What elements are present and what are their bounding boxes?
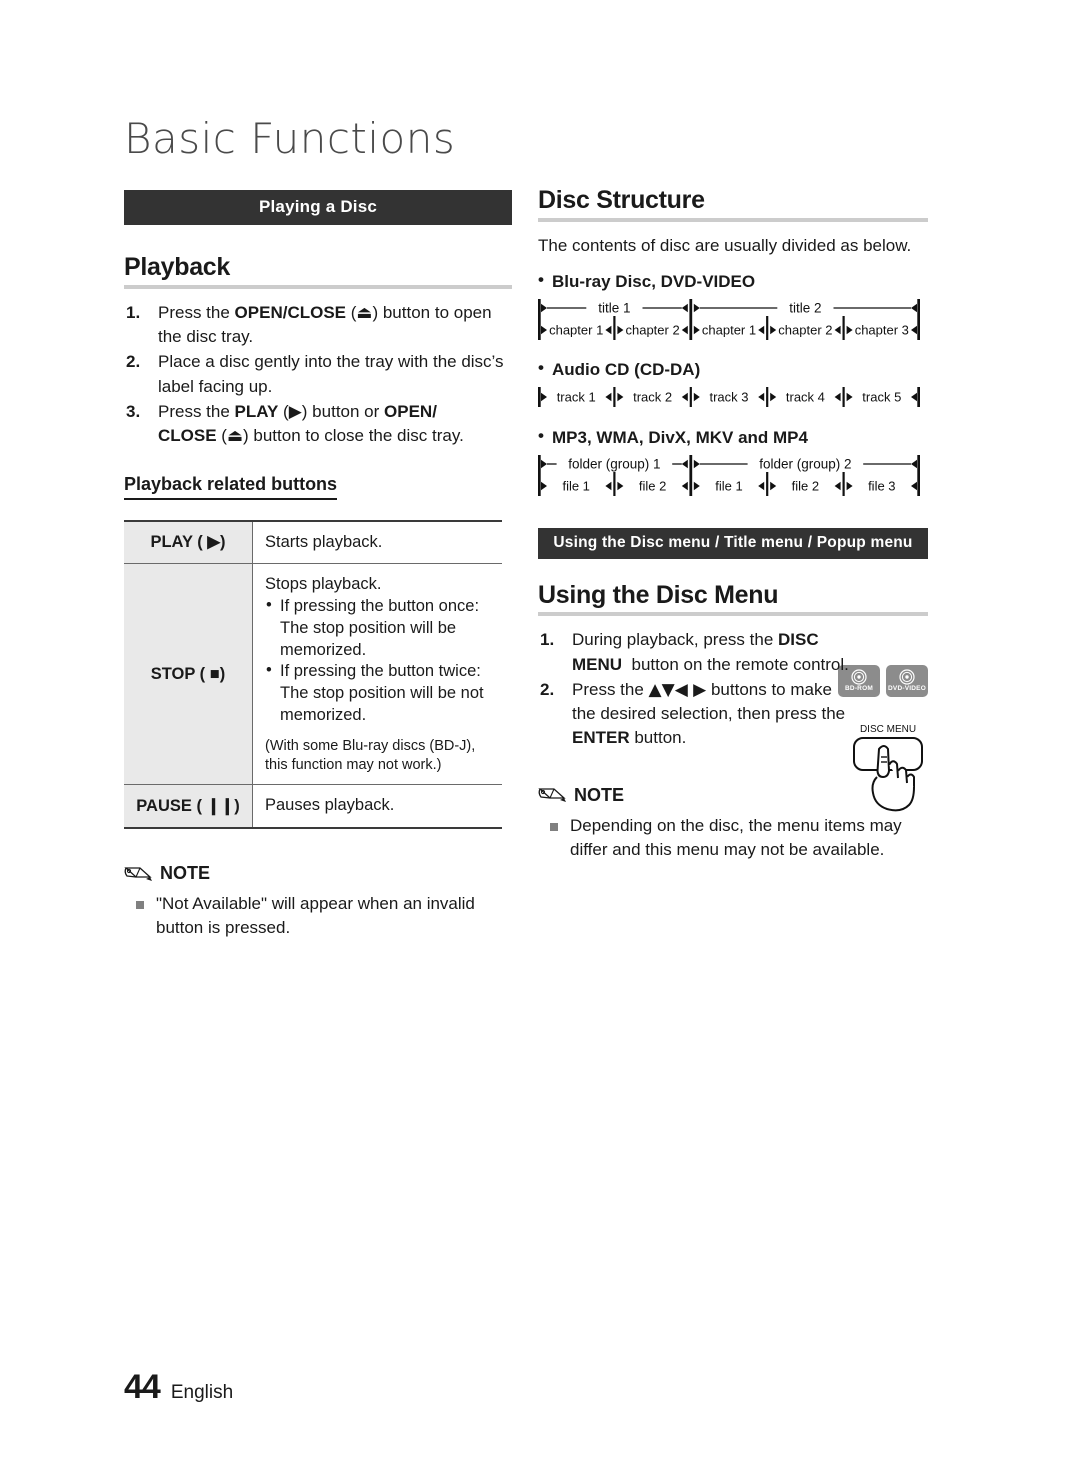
disc-structure-diagram: MP3, WMA, DivX, MKV and MP4 file 1 file 2 f… [538,426,928,498]
svg-text:chapter 2: chapter 2 [625,322,679,337]
disc-structure-diagrams: Blu-ray Disc, DVD-VIDEO chapter 1 chapter … [538,270,928,498]
heading-rule [124,284,512,289]
page-number: 44 [124,1368,161,1406]
step-text: Press the PLAY (▶) button or OPEN/CLOSE … [158,401,464,447]
heading-rule-using-disc-menu [538,612,928,617]
page-title: Basic Functions [124,114,456,163]
svg-text:track 4: track 4 [786,389,825,404]
step-item: 2. Place a disc gently into the tray with… [124,350,512,399]
button-description-cell: Starts playback. [252,519,502,564]
svg-text:track 3: track 3 [709,389,748,404]
step-item: 3. Press the PLAY (▶) button or OPEN/CLOS… [124,400,512,449]
description-footnote: (With some Blu-ray discs (BD-J), this fu… [265,737,476,773]
disc-menu-steps-list: 1. During playback, press the DISC MENU b… [538,628,856,750]
step-text: During playback, press the DISC MENU but… [572,630,849,674]
step-number: 2. [126,352,141,372]
svg-text:track 5: track 5 [862,389,901,404]
section-banner-playing-a-disc: Playing a Disc [124,190,512,225]
description-lead: Starts playback. [265,532,383,551]
svg-text:title 1: title 1 [598,300,630,315]
svg-text:file 1: file 1 [562,478,589,493]
list-item: If pressing the button twice: The stop p… [265,660,490,726]
note-item: Depending on the disc, the menu items ma… [538,814,928,862]
pencil-icon [124,864,154,884]
disc-structure-diagram: Audio CD (CD-DA) track 1 track 2 track 3 tra… [538,358,928,410]
subheading-playback-related-buttons: Playback related buttons [124,474,338,500]
svg-text:file 1: file 1 [715,478,742,493]
svg-text:file 2: file 2 [639,478,666,493]
remote-button-label-text: DISC MENU [860,724,916,735]
badge-label: DVD-VIDEO [888,684,926,692]
svg-text:file 2: file 2 [792,478,819,493]
disc-structure-diagram: Blu-ray Disc, DVD-VIDEO chapter 1 chapter … [538,270,928,342]
heading-rule-disc-structure [538,217,928,222]
playback-buttons-table: PLAY ( ▶) Starts playback. STOP ( ■) Stops … [124,519,502,830]
diagram-label: MP3, WMA, DivX, MKV and MP4 [538,426,928,448]
pencil-icon [538,785,568,805]
heading-disc-structure: Disc Structure [538,186,705,214]
button-description-cell: Pauses playback. [252,784,502,830]
left-column: Playing a Disc Playback 1. Press the OPEN… [124,190,512,940]
description-lead: Pauses playback. [265,796,395,815]
button-name-cell: STOP ( ■) [124,563,253,785]
svg-text:track 2: track 2 [633,389,672,404]
step-number: 1. [540,630,555,650]
diagram-label: Audio CD (CD-DA) [538,358,928,380]
step-number: 3. [126,401,141,421]
diagram-label: Blu-ray Disc, DVD-VIDEO [538,270,928,292]
step-text: Press the OPEN/CLOSE (⏏) button to open … [158,302,492,347]
playback-steps-list: 1. Press the OPEN/CLOSE (⏏) button to ope… [124,301,512,449]
note-title: NOTE [160,863,211,884]
note-item: "Not Available" will appear when an inva… [124,892,512,940]
list-item: If pressing the button once: The stop po… [265,595,490,661]
button-description-cell: Stops playback.If pressing the button on… [252,563,502,785]
table-row: STOP ( ■)Stops playback.If pressing the … [124,563,502,785]
svg-text:folder (group) 1: folder (group) 1 [568,456,660,471]
right-column: Disc Structure The contents of disc are … [538,186,928,862]
note-items-left: "Not Available" will appear when an inva… [124,892,512,940]
svg-text:chapter 1: chapter 1 [702,322,756,337]
description-lead: Stops playback. [265,575,382,594]
manual-page: Basic Functions Playing a Disc Playback … [0,0,1080,1479]
svg-text:chapter 3: chapter 3 [855,322,909,337]
description-bullets: If pressing the button once: The stop po… [265,595,490,727]
page-footer: 44 English [124,1368,233,1407]
disc-structure-intro: The contents of disc are usually divided… [538,235,912,255]
svg-text:chapter 2: chapter 2 [778,322,832,337]
button-name-cell: PAUSE ( ❙❙) [124,784,253,830]
svg-text:folder (group) 2: folder (group) 2 [759,456,851,471]
step-number: 2. [540,679,555,699]
step-item: 1. Press the OPEN/CLOSE (⏏) button to ope… [124,301,512,350]
step-text: Press the ▲▼◀ ▶ buttons to make the desi… [572,679,846,748]
disc-icon [899,669,915,685]
button-name-cell: PLAY ( ▶) [124,519,253,564]
badge-dvd-video: DVD-VIDEO [886,664,928,697]
svg-text:track 1: track 1 [557,389,596,404]
svg-text:chapter 1: chapter 1 [549,322,603,337]
table-row: PAUSE ( ❙❙) Pauses playback. [124,784,502,830]
step-item: 2. Press the ▲▼◀ ▶ buttons to make the de… [538,678,856,751]
note-items-right: Depending on the disc, the menu items ma… [538,814,928,862]
heading-playback: Playback [124,253,231,281]
step-item: 1. During playback, press the DISC MENU b… [538,628,856,677]
section-banner-using-disc-menu: Using the Disc menu / Title menu / Popup… [538,527,928,559]
table-row: PLAY ( ▶) Starts playback. [124,519,502,564]
note-header: NOTE [124,863,512,884]
heading-using-the-disc-menu: Using the Disc Menu [538,580,779,609]
step-text: Place a disc gently into the tray with t… [158,352,504,396]
step-number: 1. [126,302,141,322]
page-language: English [170,1382,234,1403]
note-block-left: NOTE "Not Available" will appear when an… [124,863,512,940]
svg-text:file 3: file 3 [868,478,895,493]
svg-text:title 2: title 2 [789,300,821,315]
note-title: NOTE [574,784,625,805]
